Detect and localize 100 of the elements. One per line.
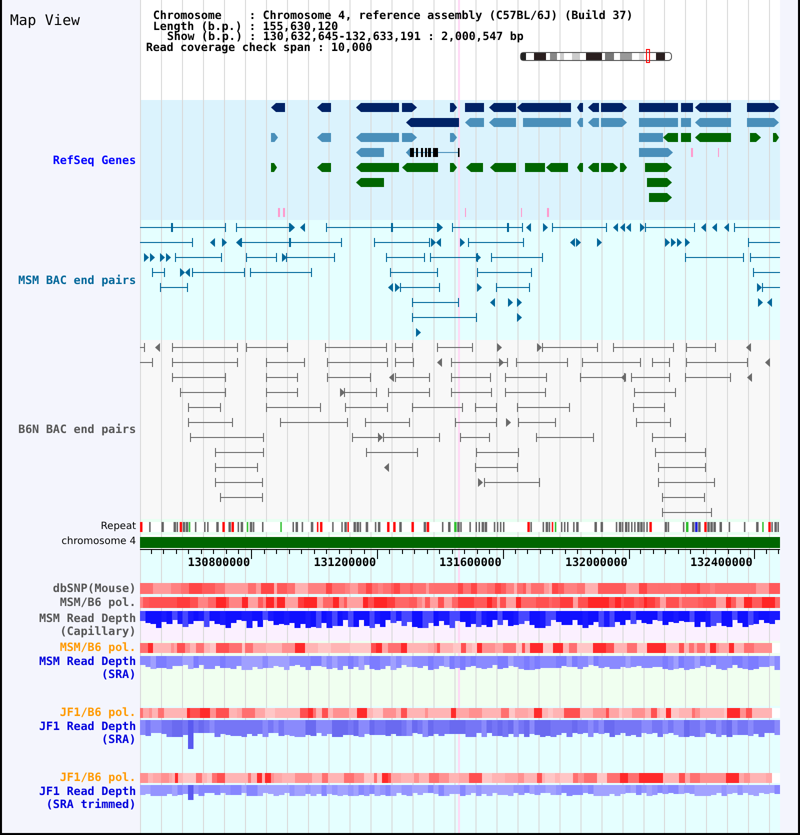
bac-end-pair [654,448,706,458]
gene-feature [406,148,460,157]
bac-end-marker [384,463,389,472]
bac-end-pair [662,508,712,518]
gene-feature [601,163,618,172]
gene-feature [402,133,417,142]
bac-end-pair [140,358,154,368]
bac-end-marker [438,223,443,232]
bac-end-marker [477,283,482,292]
bac-end-pair [172,372,226,382]
feature-tick [691,148,693,157]
bac-end-pair [516,358,568,368]
gene-feature [271,103,285,112]
track-label: chromosome 4 [62,536,136,548]
track-label: JF1/B6 pol. [60,771,136,784]
gene-feature [747,118,779,127]
bac-end-pair [468,238,524,248]
feature-tick [521,208,522,217]
summary-line: Length (b.p.) : 155,630,120 [153,20,338,31]
bac-end-pair [658,478,716,488]
bac-end-pair [504,388,546,398]
gene-feature [747,103,779,112]
bac-end-pair [246,342,288,352]
gene-feature [681,103,693,112]
gene-feature [317,133,331,142]
summary-line: Show (b.p.) : 130,632,645-132,633,191 : 2,000,547 bp [167,31,524,42]
bac-end-pair [652,432,686,442]
axis-tick-label: 132400000 [690,555,752,569]
track-label: JF1/B6 pol. [60,706,136,719]
bac-end-pair [214,462,258,472]
gene-feature [601,103,627,112]
bac-end-pair [474,462,518,472]
feature-tick [283,208,285,217]
gene-feature [525,163,545,172]
bac-end-pair [140,238,194,248]
axis-tick-label: 130800000 [188,555,250,569]
summary-line: Read coverage check span : 10,000 [146,42,372,52]
track-label: MSM/B6 pol. [60,641,136,654]
bac-end-pair [266,388,298,398]
bac-end-pair [382,432,440,442]
gene-feature [317,103,331,112]
bac-end-marker [155,343,160,352]
summary-line: Chromosome : Chromosome 4, reference assembly (C57BL/6J) (Build 37) [153,10,634,20]
bac-end-pair [266,402,322,412]
bac-end-pair [684,372,732,382]
bac-end-pair [686,358,748,368]
bac-end-marker [460,238,465,247]
bac-end-pair [476,268,532,278]
bac-end-pair [490,252,544,262]
bac-end-marker [236,238,241,247]
bac-end-pair [386,252,426,262]
bac-end-pair [460,432,490,442]
gene-feature [406,118,459,127]
gene-feature [695,118,731,127]
track-label: MSM/B6 pol. [60,596,136,609]
gene-feature [695,103,731,112]
bac-end-pair [450,358,508,368]
bac-end-pair [180,388,226,398]
bac-end-pair [240,238,290,248]
bac-end-pair [344,388,378,398]
gene-feature [588,163,599,172]
gene-feature [645,163,672,172]
bac-end-pair [236,222,290,232]
feature-tick [718,148,719,157]
bac-end-pair [474,402,498,412]
bac-end-pair [662,492,706,502]
bac-end-pair [388,388,430,398]
bac-end-pair [652,358,670,368]
bac-end-pair [394,358,414,368]
gene-feature [620,163,627,172]
bac-end-pair [436,342,474,352]
bac-end-marker [640,223,645,232]
gene-feature [402,163,438,172]
bac-end-pair [552,222,608,232]
bac-end-pair [400,282,440,292]
track-label: JF1 Read Depth (SRA trimmed) [38,785,136,811]
bac-end-pair [188,418,234,428]
bac-end-pair [324,342,388,352]
bac-end-pair [280,418,348,428]
track-label: MSM BAC end pairs [18,274,136,286]
bac-end-pair [188,402,222,412]
track-label: JF1 Read Depth (SRA) [38,720,136,746]
gene-feature [546,163,568,172]
bac-end-marker [517,298,522,307]
bac-end-pair [686,342,716,352]
bac-end-pair [152,268,166,278]
axis-tick-label: 132000000 [565,555,628,569]
bac-end-pair [246,252,278,262]
gene-feature [356,103,399,112]
bac-end-marker [490,298,495,307]
track-label: MSM Read Depth (Capillary) [38,612,136,638]
bac-end-marker [701,223,706,232]
bac-end-marker [210,238,215,247]
bac-end-pair [326,372,372,382]
bac-end-marker [416,328,421,337]
gene-feature [639,103,678,112]
gene-feature [490,163,516,172]
gene-feature [356,133,399,142]
bac-end-pair [734,222,780,232]
bac-end-pair [412,402,464,412]
